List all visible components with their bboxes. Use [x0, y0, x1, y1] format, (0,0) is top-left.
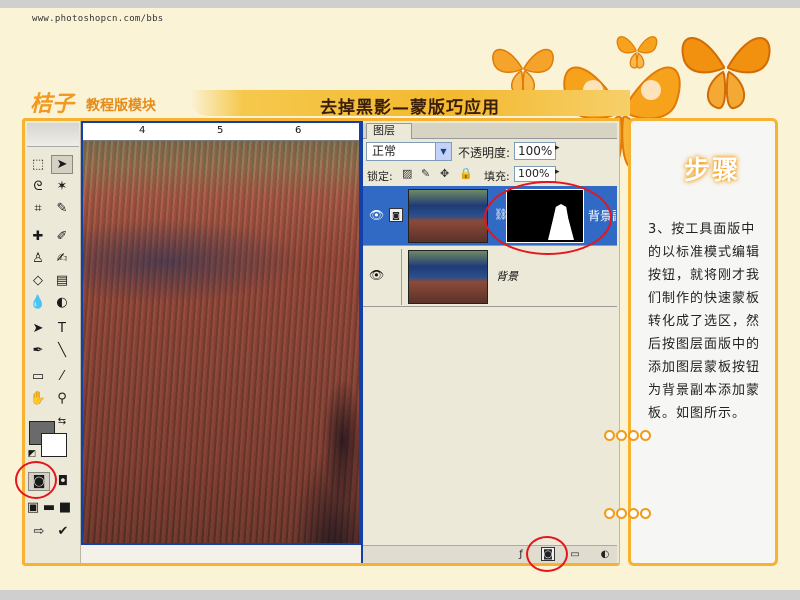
- lock-position-icon[interactable]: ✥: [440, 167, 449, 180]
- slice-tool-icon[interactable]: ✎: [51, 199, 73, 218]
- lock-image-icon[interactable]: ✎: [421, 167, 430, 180]
- ruler-tick: 4: [139, 125, 146, 136]
- layer-thumbnail: [408, 189, 488, 243]
- quick-mask-mode-button[interactable]: ◘: [52, 472, 74, 491]
- feather-logo-icon: [27, 123, 79, 147]
- eraser-tool-icon[interactable]: ◇: [27, 271, 49, 290]
- layer-style-button[interactable]: ƒ: [514, 547, 528, 561]
- layers-list-empty-area: [363, 307, 617, 545]
- layer-thumbnail: [408, 250, 488, 304]
- full-screen-mode-icon[interactable]: ■: [56, 498, 74, 517]
- chevron-down-icon[interactable]: ▼: [435, 143, 451, 160]
- default-colors-icon[interactable]: ◩: [25, 448, 39, 460]
- eyedropper-tool-icon[interactable]: ⁄: [51, 367, 73, 386]
- layer-name[interactable]: 背景副: [588, 207, 616, 224]
- ruler-tick: 6: [295, 125, 302, 136]
- layer-name[interactable]: 背景: [496, 268, 518, 284]
- tab-layers[interactable]: 图层: [366, 123, 412, 139]
- path-selection-tool-icon[interactable]: ➤: [27, 319, 49, 338]
- steps-description: 3、按工具面版中的以标准模式编辑按钮，就将刚才我们制作的快速蒙板转化成了选区，然…: [648, 222, 761, 421]
- background-color-swatch[interactable]: [41, 433, 67, 457]
- lock-all-icon[interactable]: 🔒: [459, 167, 473, 180]
- lock-label: 锁定:: [367, 170, 393, 183]
- hand-tool-icon[interactable]: ✋: [27, 389, 49, 408]
- site-url[interactable]: www.photoshopcn.com/bbs: [32, 14, 164, 24]
- fill-label: 填充:: [484, 170, 510, 183]
- opacity-slider-arrow-icon[interactable]: ▸: [555, 143, 560, 153]
- fill-input[interactable]: 100%: [514, 166, 556, 182]
- layer-mask-indicator-icon: ◙: [389, 208, 403, 222]
- lock-transparency-icon[interactable]: ▨: [402, 167, 412, 180]
- horizontal-ruler: 4 5 6: [83, 123, 359, 141]
- add-layer-mask-button[interactable]: ◙: [541, 547, 555, 561]
- opacity-label: 不透明度:: [458, 146, 511, 160]
- move-tool-icon[interactable]: ➤: [51, 155, 73, 174]
- butterfly-tiny-icon: [616, 36, 658, 69]
- ruler-tick: 5: [217, 125, 224, 136]
- magic-wand-tool-icon[interactable]: ✶: [51, 177, 73, 196]
- brand-logo-title: 桔子: [30, 92, 75, 117]
- type-tool-icon[interactable]: T: [51, 319, 73, 338]
- fill-slider-arrow-icon[interactable]: ▸: [555, 167, 560, 177]
- lasso-tool-icon[interactable]: ᘓ: [27, 177, 49, 196]
- gradient-tool-icon[interactable]: ▤: [51, 271, 73, 290]
- brush-tool-icon[interactable]: ✐: [51, 227, 73, 246]
- jump-to-imageready-icon[interactable]: ⇨: [28, 522, 50, 541]
- healing-brush-tool-icon[interactable]: ✚: [27, 227, 49, 246]
- steps-heading: 步骤: [684, 156, 741, 186]
- crop-tool-icon[interactable]: ⌗: [27, 199, 49, 218]
- dodge-tool-icon[interactable]: ◐: [51, 293, 73, 312]
- visibility-eye-icon[interactable]: 👁: [369, 268, 384, 282]
- marquee-tool-icon[interactable]: ⬚: [27, 155, 49, 174]
- butterfly-medium-icon: [681, 37, 771, 109]
- check-icon[interactable]: ✔: [52, 522, 74, 541]
- top-strip: [0, 0, 800, 8]
- pen-tool-icon[interactable]: ✒: [27, 341, 49, 360]
- notes-tool-icon[interactable]: ▭: [27, 367, 49, 386]
- butterfly-small-icon: [492, 48, 554, 95]
- link-cell[interactable]: [385, 249, 402, 305]
- photo-canvas[interactable]: [83, 141, 359, 543]
- clone-stamp-tool-icon[interactable]: ♙: [27, 249, 49, 268]
- connector-dots-icon: [604, 508, 651, 519]
- connector-dots-icon: [604, 430, 651, 441]
- visibility-eye-icon[interactable]: 👁: [369, 208, 384, 222]
- opacity-input[interactable]: 100%: [514, 142, 556, 160]
- new-group-button[interactable]: ▭: [568, 547, 582, 561]
- lesson-title: 去掉黑影—蒙版巧应用: [320, 98, 500, 118]
- adjustment-layer-button[interactable]: ◐: [598, 547, 612, 561]
- swap-colors-icon[interactable]: ⇆: [55, 415, 69, 427]
- zoom-tool-icon[interactable]: ⚲: [51, 389, 73, 408]
- blur-tool-icon[interactable]: 💧: [27, 293, 49, 312]
- history-brush-tool-icon[interactable]: ✍: [51, 249, 73, 268]
- line-tool-icon[interactable]: ╲: [51, 341, 73, 360]
- standard-mode-button[interactable]: ◙: [28, 472, 50, 491]
- bottom-strip: [0, 590, 800, 600]
- brand-subtitle: 教程版模块: [86, 98, 156, 114]
